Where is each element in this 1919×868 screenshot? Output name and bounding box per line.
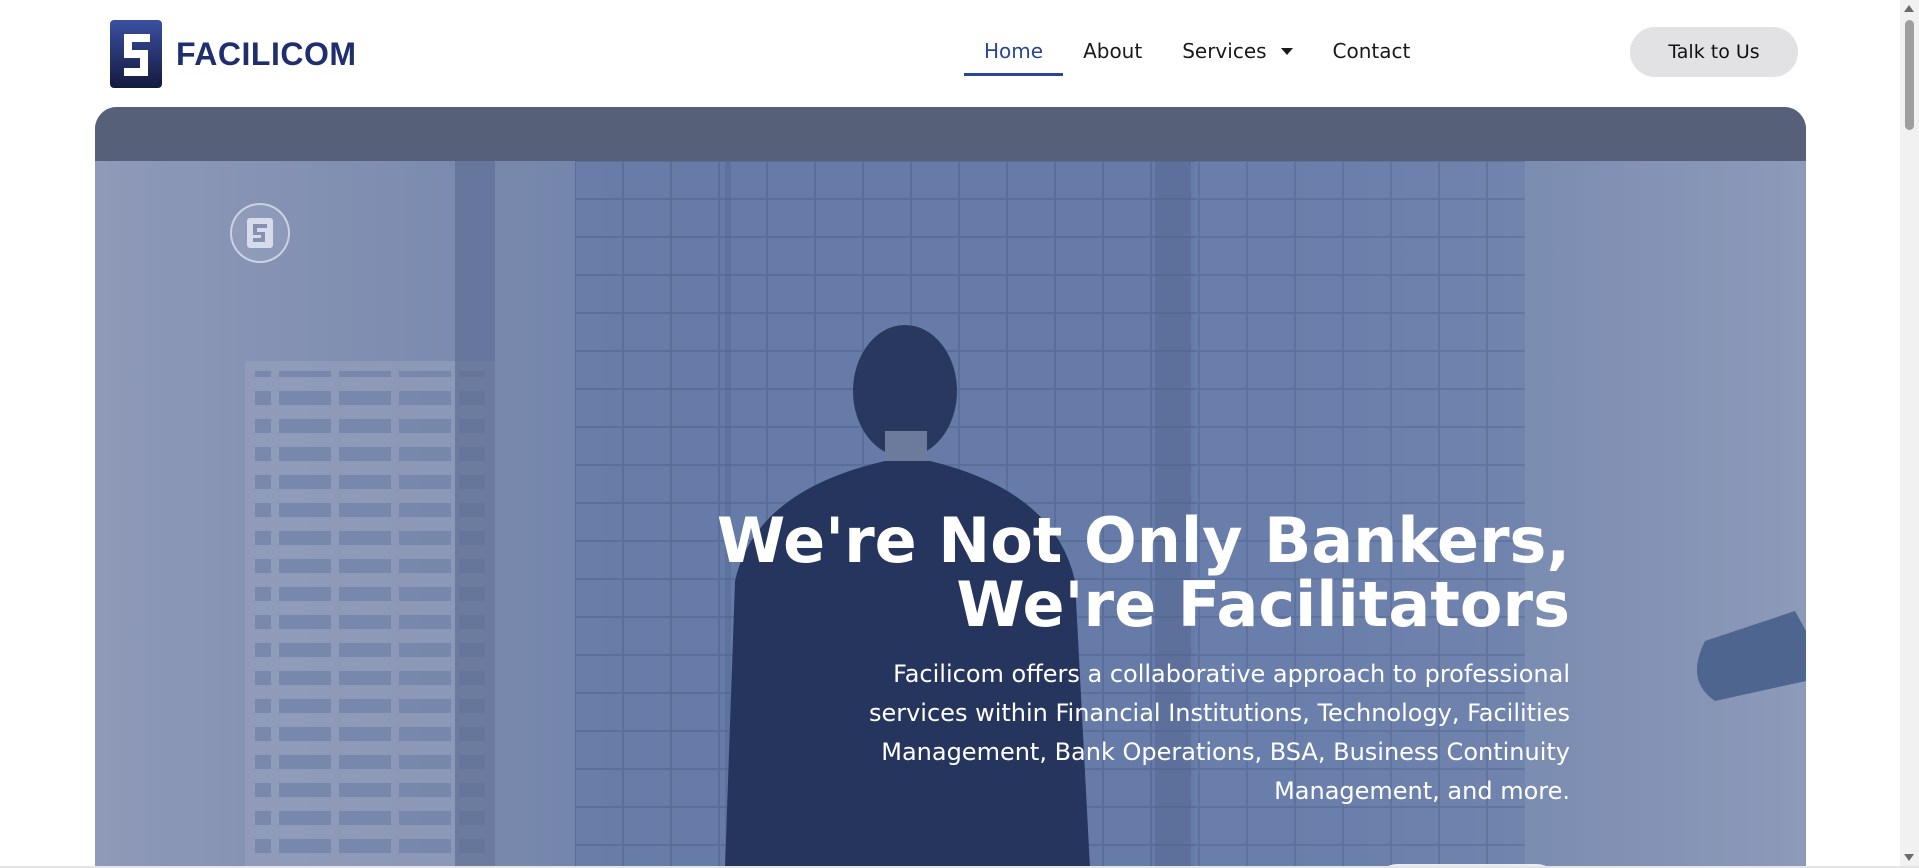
brand-logo[interactable]: FACILICOM xyxy=(110,20,356,88)
scrollbar-thumb[interactable] xyxy=(1905,20,1914,130)
main-nav: Home About Services Contact xyxy=(964,26,1430,76)
nav-item-label: Services xyxy=(1182,39,1267,63)
scroll-up-icon[interactable] xyxy=(1904,5,1914,12)
nav-item-label: Home xyxy=(984,39,1044,63)
chevron-down-icon[interactable] xyxy=(1280,47,1293,55)
hero-description: Facilicom offers a collaborative approac… xyxy=(868,660,1570,805)
hero-top-band xyxy=(95,107,1806,161)
hero-section: We're Not Only Bankers, We're Facilitato… xyxy=(95,107,1806,866)
hero-title-line-2: We're Facilitators xyxy=(956,568,1570,641)
talk-to-us-button[interactable]: Talk to Us xyxy=(1630,27,1798,77)
nav-item-label: About xyxy=(1083,39,1143,63)
logo-badge-icon xyxy=(247,218,273,248)
hero-badge xyxy=(230,203,290,263)
vertical-scrollbar[interactable] xyxy=(1900,0,1919,866)
nav-item-label: Contact xyxy=(1332,39,1411,63)
page: FACILICOM Home About Services Contact Ta… xyxy=(0,0,1900,866)
nav-item-home[interactable]: Home xyxy=(964,26,1064,76)
nav-item-about[interactable]: About xyxy=(1063,26,1162,76)
nav-item-services[interactable]: Services xyxy=(1162,26,1312,76)
scroll-down-icon[interactable] xyxy=(1904,854,1914,861)
nav-item-contact[interactable]: Contact xyxy=(1313,26,1431,76)
logo-mark-icon xyxy=(110,20,162,88)
hero-title: We're Not Only Bankers, We're Facilitato… xyxy=(717,509,1570,637)
brand-name: FACILICOM xyxy=(176,36,357,72)
hero-title-line-1: We're Not Only Bankers, xyxy=(716,504,1570,577)
site-header: FACILICOM Home About Services Contact Ta… xyxy=(0,0,1900,106)
